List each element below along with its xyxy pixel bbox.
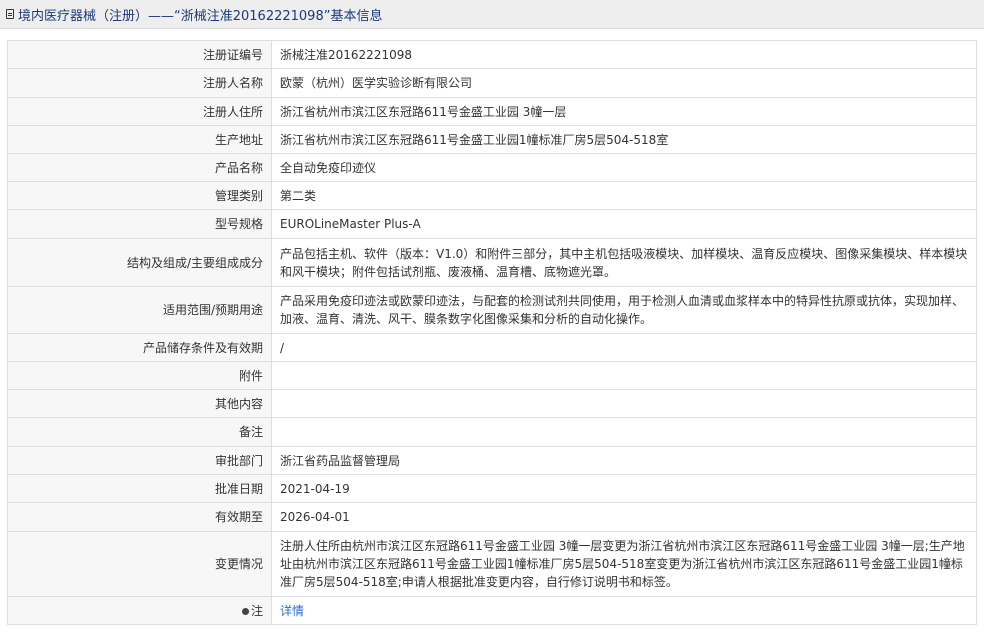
field-value — [271, 389, 977, 418]
field-label: 审批部门 — [7, 446, 272, 475]
table-row: 管理类别 第二类 — [7, 181, 977, 210]
table-row: 附件 — [7, 361, 977, 390]
field-value: 产品采用免疫印迹法或欧蒙印迹法，与配套的检测试剂共同使用，用于检测人血清或血浆样… — [271, 286, 977, 334]
table-row: 有效期至 2026-04-01 — [7, 502, 977, 532]
field-label: 变更情况 — [7, 531, 272, 597]
field-label: 管理类别 — [7, 181, 272, 210]
field-value: / — [271, 333, 977, 362]
field-label: 适用范围/预期用途 — [7, 286, 272, 334]
table-row: 产品储存条件及有效期 / — [7, 333, 977, 362]
field-value: 2026-04-01 — [271, 502, 977, 532]
table-row: 型号规格 EUROLineMaster Plus-A — [7, 209, 977, 239]
table-row: 适用范围/预期用途 产品采用免疫印迹法或欧蒙印迹法，与配套的检测试剂共同使用，用… — [7, 286, 977, 334]
field-label: 产品储存条件及有效期 — [7, 333, 272, 362]
details-link[interactable]: 详情 — [280, 604, 304, 618]
field-label: 型号规格 — [7, 209, 272, 239]
field-value — [271, 417, 977, 447]
table-row: 产品名称 全自动免疫印迹仪 — [7, 153, 977, 182]
field-value: 第二类 — [271, 181, 977, 210]
note-label: 注 — [7, 596, 272, 625]
table-row: 结构及组成/主要组成成分 产品包括主机、软件（版本：V1.0）和附件三部分，其中… — [7, 238, 977, 287]
lightbulb-icon — [241, 607, 249, 615]
table-row: 注 详情 — [7, 596, 977, 625]
page-header: 境内医疗器械（注册）——“浙械注准20162221098”基本信息 — [0, 0, 984, 29]
field-label: 注册人住所 — [7, 97, 272, 126]
page-title: 境内医疗器械（注册）——“浙械注准20162221098”基本信息 — [18, 8, 383, 24]
field-value: 全自动免疫印迹仪 — [271, 153, 977, 182]
field-value: 浙江省杭州市滨江区东冠路611号金盛工业园 3幢一层 — [271, 97, 977, 126]
table-row: 生产地址 浙江省杭州市滨江区东冠路611号金盛工业园1幢标准厂房5层504-51… — [7, 125, 977, 154]
field-label: 批准日期 — [7, 474, 272, 503]
document-icon — [6, 9, 14, 19]
field-value: 产品包括主机、软件（版本：V1.0）和附件三部分，其中主机包括吸液模块、加样模块… — [271, 238, 977, 287]
table-row: 变更情况 注册人住所由杭州市滨江区东冠路611号金盛工业园 3幢一层变更为浙江省… — [7, 531, 977, 597]
field-value: 欧蒙（杭州）医学实验诊断有限公司 — [271, 68, 977, 98]
table-row: 备注 — [7, 417, 977, 447]
field-label: 注册证编号 — [7, 40, 272, 69]
table-row: 批准日期 2021-04-19 — [7, 474, 977, 503]
field-value: EUROLineMaster Plus-A — [271, 209, 977, 239]
field-value: 浙江省杭州市滨江区东冠路611号金盛工业园1幢标准厂房5层504-518室 — [271, 125, 977, 154]
field-label: 产品名称 — [7, 153, 272, 182]
field-label: 其他内容 — [7, 389, 272, 418]
table-row: 注册人名称 欧蒙（杭州）医学实验诊断有限公司 — [7, 68, 977, 98]
field-value: 2021-04-19 — [271, 474, 977, 503]
table-row: 注册人住所 浙江省杭州市滨江区东冠路611号金盛工业园 3幢一层 — [7, 97, 977, 126]
field-label: 附件 — [7, 361, 272, 390]
info-table: 注册证编号 浙械注准20162221098 注册人名称 欧蒙（杭州）医学实验诊断… — [7, 40, 977, 625]
field-label: 注册人名称 — [7, 68, 272, 98]
table-row: 审批部门 浙江省药品监督管理局 — [7, 446, 977, 475]
field-label: 有效期至 — [7, 502, 272, 532]
field-value: 注册人住所由杭州市滨江区东冠路611号金盛工业园 3幢一层变更为浙江省杭州市滨江… — [271, 531, 977, 597]
field-value: 浙江省药品监督管理局 — [271, 446, 977, 475]
field-label: 备注 — [7, 417, 272, 447]
field-label: 结构及组成/主要组成成分 — [7, 238, 272, 287]
field-value: 浙械注准20162221098 — [271, 40, 977, 69]
field-value: 详情 — [271, 596, 977, 625]
field-value — [271, 361, 977, 390]
table-row: 注册证编号 浙械注准20162221098 — [7, 40, 977, 69]
table-row: 其他内容 — [7, 389, 977, 418]
field-label: 生产地址 — [7, 125, 272, 154]
